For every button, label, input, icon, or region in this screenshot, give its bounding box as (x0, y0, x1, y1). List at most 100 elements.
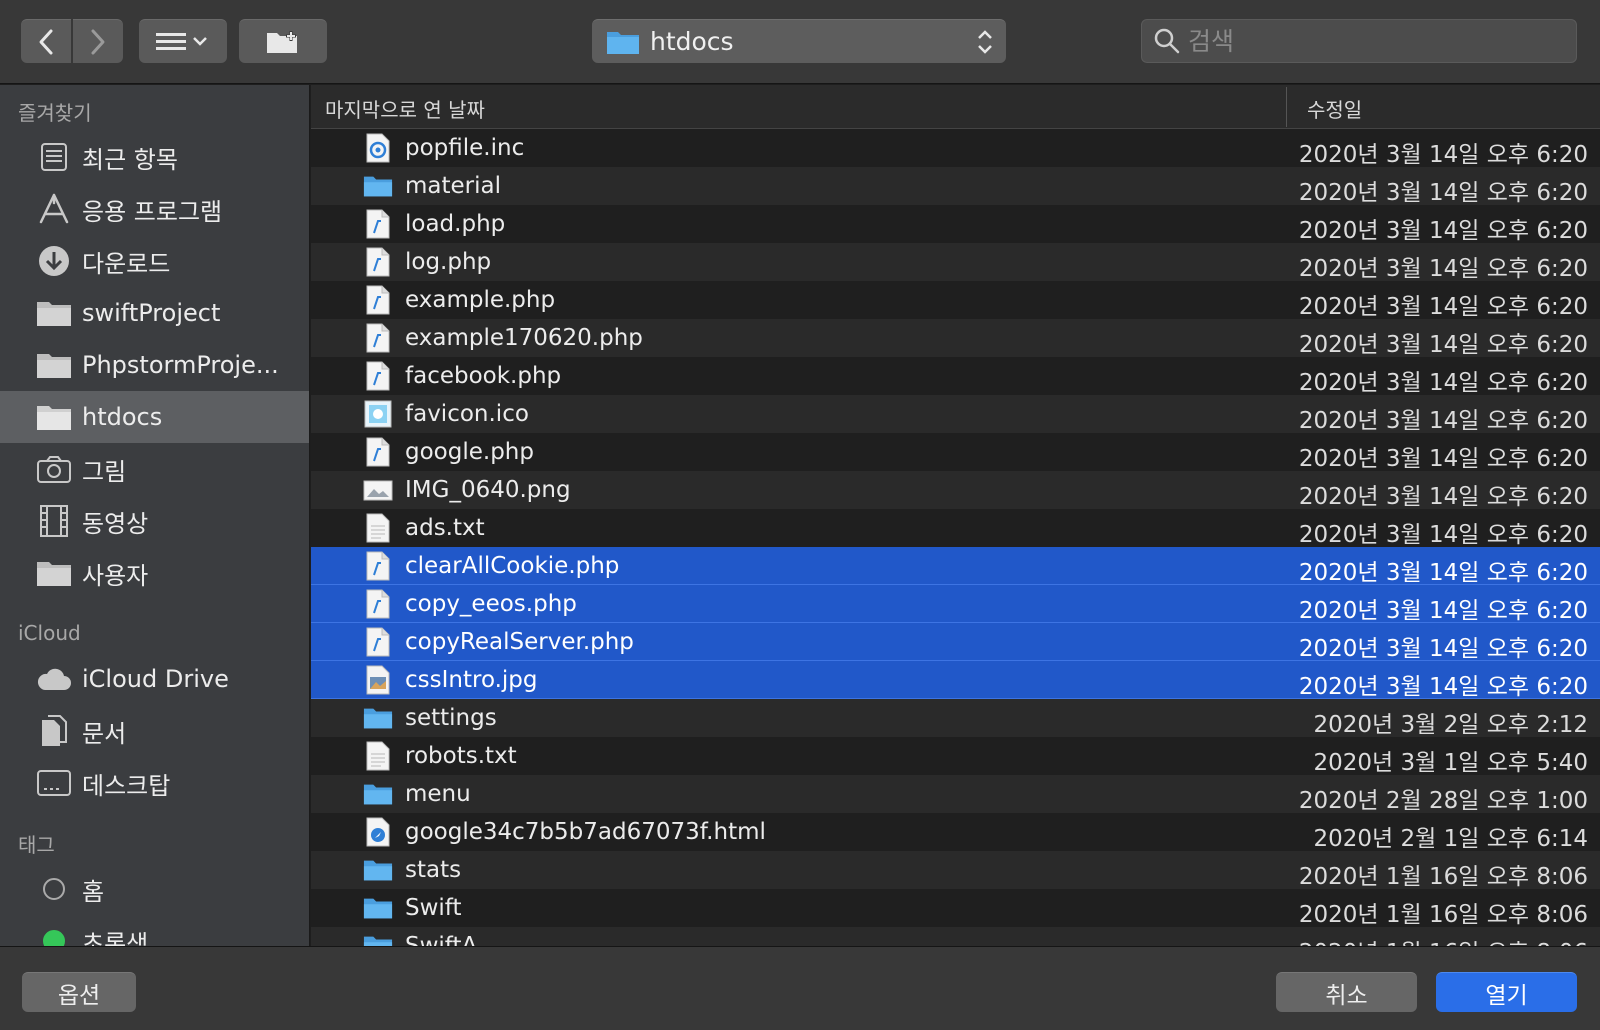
file-row[interactable]: favicon.ico 2020년 3월 14일 오후 6:20 (311, 395, 1600, 434)
file-row[interactable]: menu 2020년 2월 28일 오후 1:00 (311, 775, 1600, 814)
sidebar-item-htdocs[interactable]: htdocs (0, 391, 309, 443)
file-row[interactable]: robots.txt 2020년 3월 1일 오후 5:40 (311, 737, 1600, 776)
file-row[interactable]: cssIntro.jpg 2020년 3월 14일 오후 6:20 (311, 661, 1600, 700)
file-modified-date: 2020년 3월 14일 오후 6:20 (1298, 142, 1588, 168)
cancel-button[interactable]: 취소 (1276, 972, 1417, 1012)
file-name: cssIntro.jpg (405, 667, 538, 693)
php-file-icon (363, 589, 393, 619)
search-icon (1154, 28, 1180, 54)
file-modified-date: 2020년 3월 14일 오후 6:20 (1298, 598, 1588, 624)
folder-icon (363, 931, 393, 946)
folder-icon (607, 31, 639, 54)
file-modified-date: 2020년 3월 14일 오후 6:20 (1298, 484, 1588, 510)
file-row[interactable]: google34c7b5b7ad67073f.html 2020년 2월 1일 오… (311, 813, 1600, 852)
ico-file-icon (363, 399, 393, 429)
sidebar-section-tags: 태그 (18, 832, 55, 857)
sidebar-item-label: 사용자 (82, 561, 149, 590)
downloads-icon (36, 243, 72, 279)
sidebar-item-recents[interactable]: 최근 항목 (0, 131, 309, 183)
column-divider[interactable] (1286, 87, 1287, 127)
file-modified-date: 2020년 2월 1일 오후 6:14 (1313, 826, 1589, 852)
file-row[interactable]: load.php 2020년 3월 14일 오후 6:20 (311, 205, 1600, 244)
file-row[interactable]: clearAllCookie.php 2020년 3월 14일 오후 6:20 (311, 547, 1600, 586)
file-row[interactable]: copyRealServer.php 2020년 3월 14일 오후 6:20 (311, 623, 1600, 662)
file-rows: popfile.inc 2020년 3월 14일 오후 6:20 material 2… (311, 129, 1600, 946)
sidebar-item-documents[interactable]: 문서 (0, 705, 309, 757)
back-button[interactable] (21, 19, 71, 63)
sidebar-item-tag-green[interactable]: 초록색 (0, 915, 309, 946)
options-button[interactable]: 옵션 (22, 972, 136, 1012)
file-row[interactable]: IMG_0640.png 2020년 3월 14일 오후 6:20 (311, 471, 1600, 510)
sidebar-item-phpstormprojects[interactable]: PhpstormProje... (0, 339, 309, 391)
open-button[interactable]: 열기 (1436, 972, 1577, 1012)
new-folder-icon (267, 30, 297, 53)
forward-button[interactable] (73, 19, 123, 63)
file-name: copyRealServer.php (405, 629, 634, 655)
file-name: Swift (405, 895, 462, 921)
txt-file-icon (363, 513, 393, 543)
sidebar-item-applications[interactable]: 응용 프로그램 (0, 183, 309, 235)
search-field[interactable] (1141, 19, 1577, 63)
file-modified-date: 2020년 3월 14일 오후 6:20 (1298, 636, 1588, 662)
file-name: favicon.ico (405, 401, 529, 427)
sidebar-item-desktop[interactable]: 데스크탑 (0, 757, 309, 809)
file-row[interactable]: popfile.inc 2020년 3월 14일 오후 6:20 (311, 129, 1600, 168)
file-row[interactable]: ads.txt 2020년 3월 14일 오후 6:20 (311, 509, 1600, 548)
sidebar-item-downloads[interactable]: 다운로드 (0, 235, 309, 287)
sidebar-item-users[interactable]: 사용자 (0, 547, 309, 599)
sidebar-item-pictures[interactable]: 그림 (0, 443, 309, 495)
php-file-icon (363, 437, 393, 467)
sidebar-item-icloud-drive[interactable]: iCloud Drive (0, 653, 309, 705)
file-row[interactable]: google.php 2020년 3월 14일 오후 6:20 (311, 433, 1600, 472)
file-modified-date: 2020년 3월 2일 오후 2:12 (1313, 712, 1589, 738)
path-popup[interactable]: htdocs (592, 19, 1006, 63)
file-name: load.php (405, 211, 506, 237)
sidebar-item-label: 최근 항목 (82, 145, 178, 174)
column-header-last-opened[interactable]: 마지막으로 연 날짜 (325, 94, 485, 123)
file-row[interactable]: log.php 2020년 3월 14일 오후 6:20 (311, 243, 1600, 282)
folder-icon (36, 295, 72, 331)
file-modified-date: 2020년 2월 28일 오후 1:00 (1298, 788, 1588, 814)
file-modified-date: 2020년 3월 14일 오후 6:20 (1298, 370, 1588, 396)
file-modified-date: 2020년 3월 14일 오후 6:20 (1298, 218, 1588, 244)
file-row[interactable]: Swift 2020년 1월 16일 오후 8:06 (311, 889, 1600, 928)
file-row[interactable]: settings 2020년 3월 2일 오후 2:12 (311, 699, 1600, 738)
file-row[interactable]: example170620.php 2020년 3월 14일 오후 6:20 (311, 319, 1600, 358)
sidebar-item-label: 응용 프로그램 (82, 197, 223, 226)
file-modified-date: 2020년 1월 16일 오후 8:06 (1298, 902, 1588, 928)
sidebar-item-label: 데스크탑 (82, 771, 171, 800)
column-header-modified[interactable]: 수정일 (1307, 94, 1362, 123)
folder-icon (363, 855, 393, 885)
file-name: copy_eeos.php (405, 591, 577, 617)
file-row[interactable]: stats 2020년 1월 16일 오후 8:06 (311, 851, 1600, 890)
file-row[interactable]: SwiftA 2020년 1월 16일 오후 8:06 (311, 927, 1600, 946)
file-row[interactable]: example.php 2020년 3월 14일 오후 6:20 (311, 281, 1600, 320)
sidebar-item-movies[interactable]: 동영상 (0, 495, 309, 547)
film-icon (36, 503, 72, 539)
file-modified-date: 2020년 3월 14일 오후 6:20 (1298, 256, 1588, 282)
recents-icon (36, 139, 72, 175)
file-row[interactable]: facebook.php 2020년 3월 14일 오후 6:20 (311, 357, 1600, 396)
sidebar-item-swiftproject[interactable]: swiftProject (0, 287, 309, 339)
view-options-button[interactable] (139, 19, 227, 63)
search-input[interactable] (1188, 26, 1548, 56)
sidebar-item-label: swiftProject (82, 299, 221, 327)
bottom-bar: 옵션 취소 열기 (0, 946, 1600, 1030)
sidebar-section-icloud: iCloud (18, 621, 81, 645)
folder-icon (36, 555, 72, 591)
file-modified-date: 2020년 1월 16일 오후 8:06 (1298, 864, 1588, 890)
file-name: clearAllCookie.php (405, 553, 620, 579)
sidebar-item-label: 그림 (82, 457, 127, 486)
folder-icon (363, 171, 393, 201)
file-row[interactable]: material 2020년 3월 14일 오후 6:20 (311, 167, 1600, 206)
file-modified-date: 2020년 3월 14일 오후 6:20 (1298, 446, 1588, 472)
new-folder-button[interactable] (239, 19, 327, 63)
php-file-icon (363, 285, 393, 315)
file-row[interactable]: copy_eeos.php 2020년 3월 14일 오후 6:20 (311, 585, 1600, 624)
inc-file-icon (363, 133, 393, 163)
folder-icon (36, 399, 72, 435)
html-file-icon (363, 817, 393, 847)
file-modified-date: 2020년 3월 14일 오후 6:20 (1298, 560, 1588, 586)
php-file-icon (363, 361, 393, 391)
sidebar-item-tag-home[interactable]: 홈 (0, 863, 309, 915)
